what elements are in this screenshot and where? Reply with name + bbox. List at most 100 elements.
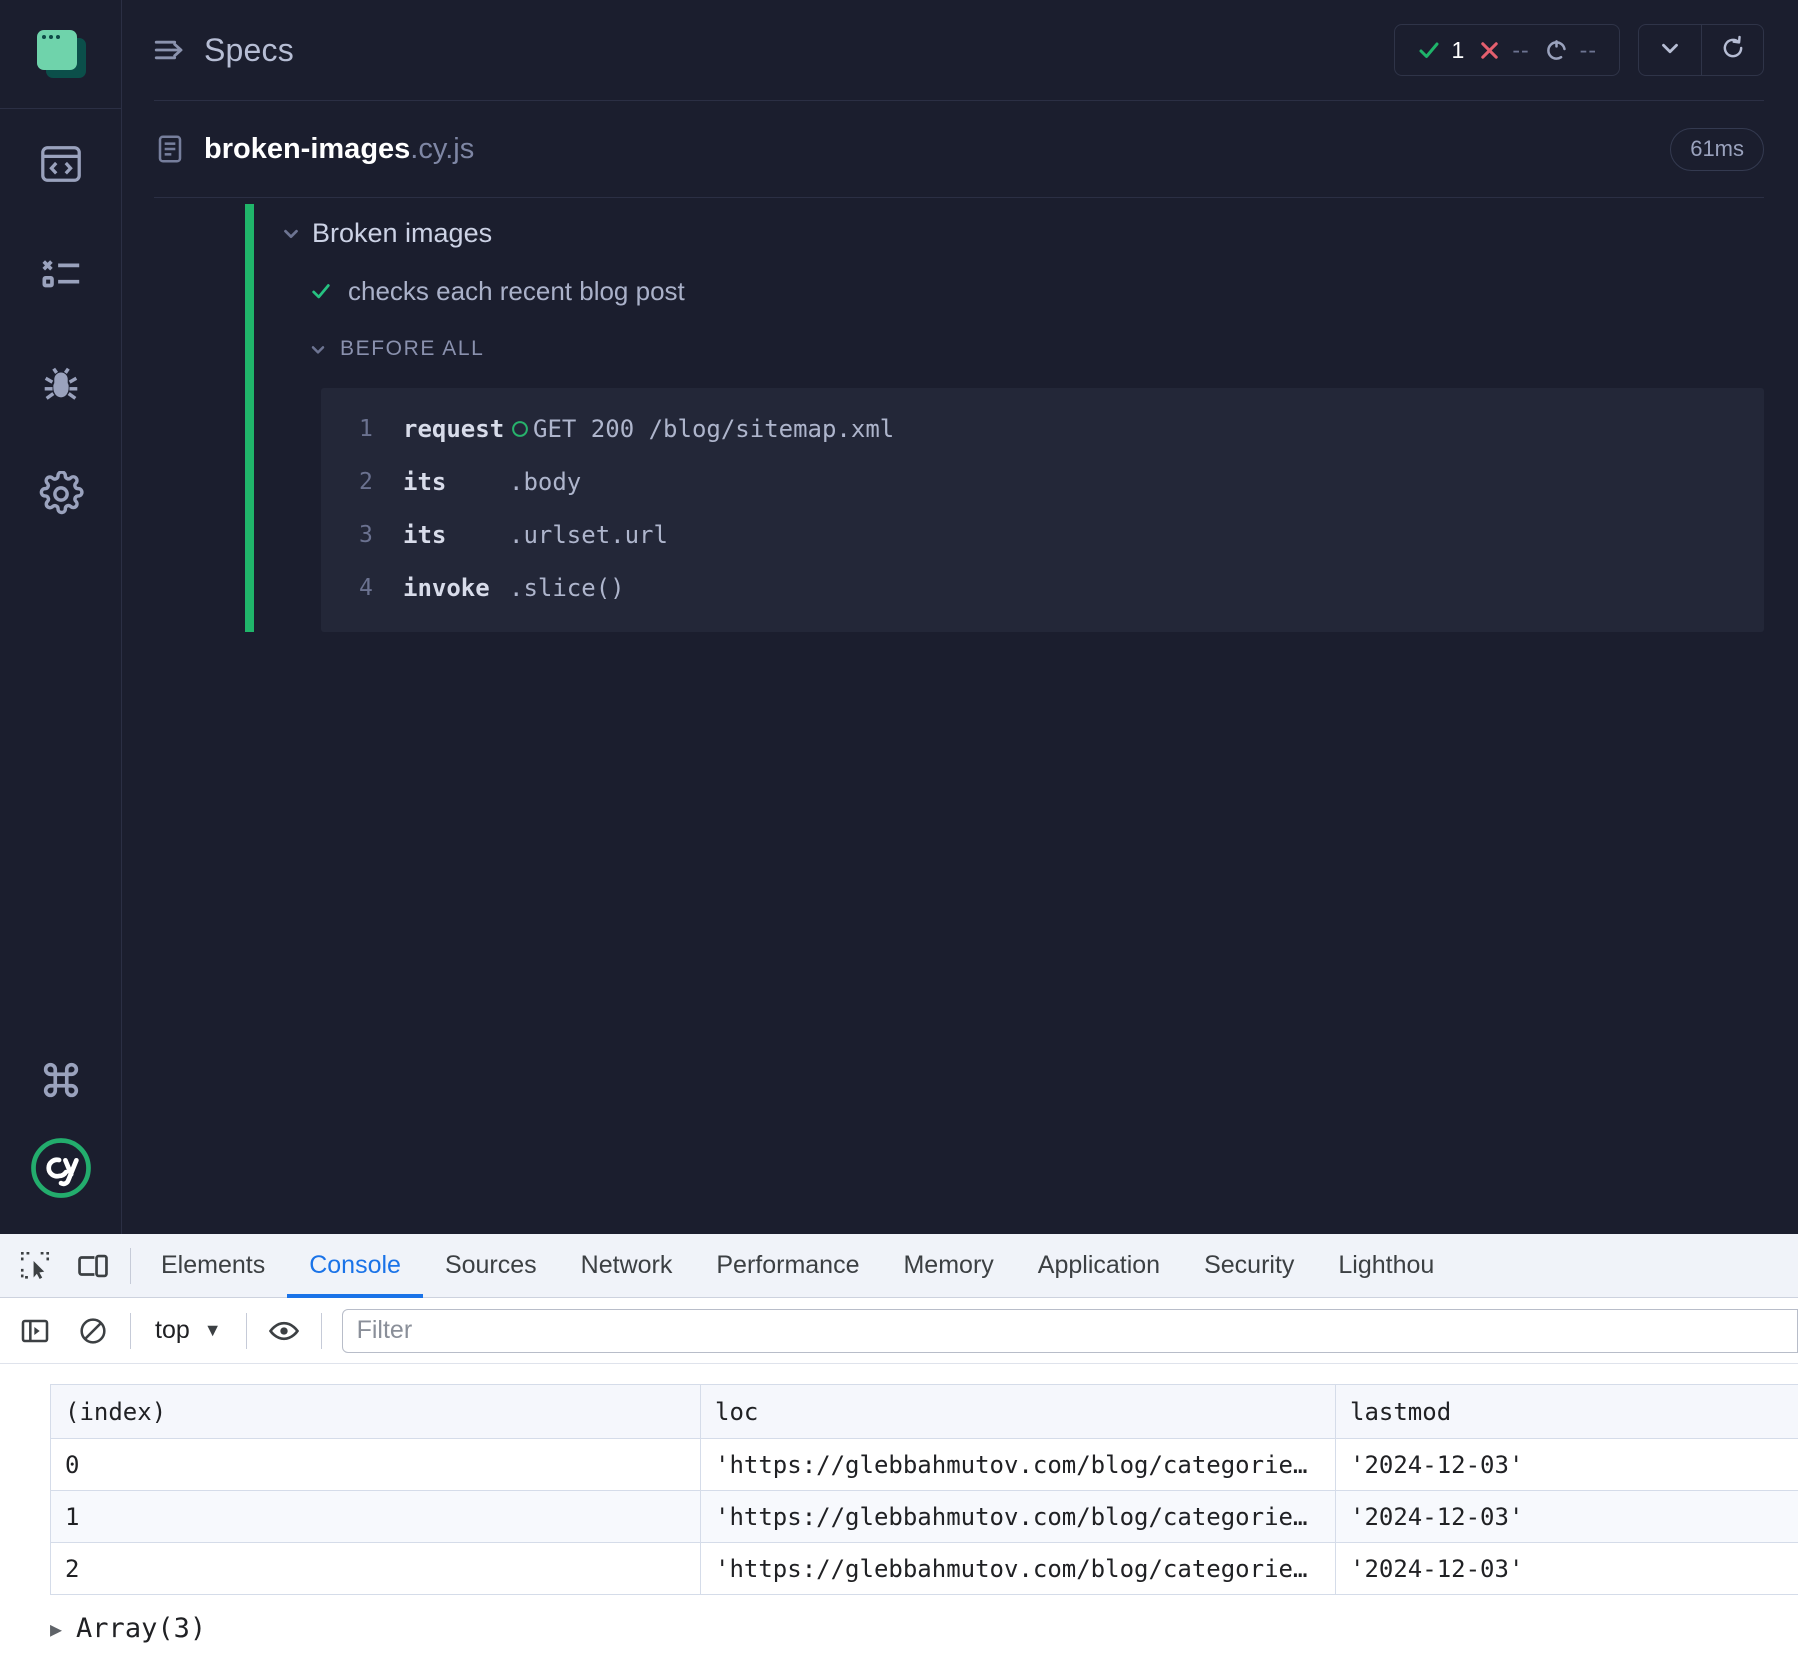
test-results-list-icon [38,251,84,297]
cell-lastmod: '2024-12-03' [1335,1490,1798,1543]
command-row[interactable]: 3 its .urlset.url [321,508,1764,561]
command-number: 1 [359,415,373,442]
test-row[interactable]: checks each recent blog post [280,262,1798,320]
spec-header[interactable]: broken-images .cy.js 61ms [122,101,1798,197]
cell-index: 0 [50,1438,701,1491]
tab-memory[interactable]: Memory [881,1234,1015,1298]
cell-loc[interactable]: 'https://glebbahmutov.com/blog/categorie… [700,1542,1336,1595]
device-toolbar-icon[interactable] [64,1237,122,1295]
top-bar: Specs 1 -- -- [122,0,1798,100]
check-icon [308,280,334,302]
command-name: its [403,520,447,549]
spec-file-ext: .cy.js [410,132,475,165]
table-row: 0 'https://glebbahmutov.com/blog/categor… [50,1438,1798,1491]
cell-index: 1 [50,1490,701,1543]
page-title: Specs [204,31,294,68]
refresh-icon [1719,34,1747,67]
tab-performance[interactable]: Performance [694,1234,881,1298]
stat-failed-count: -- [1512,36,1530,63]
spec-duration-badge: 61ms [1670,127,1764,171]
x-icon [1478,39,1501,62]
command-row[interactable]: 2 its .body [321,455,1764,508]
toolbar-divider [320,1312,322,1349]
console-output: (index) loc lastmod 0 'https://glebbahmu… [0,1364,1798,1676]
tab-sources[interactable]: Sources [423,1234,559,1298]
sidebar-item-debug[interactable] [0,329,122,439]
command-number: 4 [359,574,373,601]
command-args: GET 200 /blog/sitemap.xml [509,415,894,443]
clear-console-icon[interactable] [64,1302,122,1360]
spec-file-name: broken-images [204,132,411,165]
check-icon [1417,38,1441,62]
tab-lighthouse[interactable]: Lighthou [1316,1234,1456,1298]
browser-code-icon [38,141,84,187]
console-table: (index) loc lastmod 0 'https://glebbahmu… [50,1384,1798,1595]
hook-row[interactable]: BEFORE ALL [280,320,1798,378]
command-args-text: .body [509,467,582,496]
chevron-down-icon[interactable] [280,222,306,244]
cy-logo-icon[interactable] [28,1135,94,1206]
stat-failed: -- [1478,37,1529,64]
toolbar-divider [130,1247,131,1284]
cell-loc[interactable]: 'https://glebbahmutov.com/blog/categorie… [700,1490,1336,1543]
command-args-text: .urlset.url [509,520,668,549]
command-row[interactable]: 4 invoke .slice() [321,561,1764,614]
suite-title: Broken images [312,217,493,248]
inspect-element-icon[interactable] [6,1237,64,1295]
test-tree: Broken images checks each recent blog po… [254,204,1798,632]
tab-application[interactable]: Application [1016,1234,1182,1298]
test-title: checks each recent blog post [348,275,685,306]
main-column: Specs 1 -- -- broken-images .cy.js 61ms … [122,0,1798,1234]
cell-loc[interactable]: 'https://glebbahmutov.com/blog/categorie… [700,1438,1336,1491]
tab-security[interactable]: Security [1182,1234,1316,1298]
rerun-button[interactable] [1701,25,1763,75]
devtools-tabbar: Elements Console Sources Network Perform… [0,1234,1798,1298]
execution-context-label: top [155,1316,190,1344]
command-row[interactable]: 1 request GET 200 /blog/sitemap.xml [321,402,1764,455]
column-header-loc: loc [700,1384,1336,1439]
command-key-icon [38,1057,84,1103]
pass-accent-bar [245,204,254,632]
sidebar-item-settings[interactable] [0,439,122,549]
cell-lastmod: '2024-12-03' [1335,1542,1798,1595]
console-sidebar-icon[interactable] [6,1302,64,1360]
cell-index: 2 [50,1542,701,1595]
hook-title: BEFORE ALL [340,337,485,360]
execution-context-selector[interactable]: top ▼ [139,1316,238,1345]
eye-icon[interactable] [255,1302,313,1360]
tab-network[interactable]: Network [559,1234,695,1298]
stat-pending: -- [1544,37,1597,64]
table-header-row: (index) loc lastmod [50,1384,1798,1439]
array-summary-row[interactable]: ▶ Array(3) [50,1613,1798,1644]
chevron-down-icon [1657,35,1683,66]
screen: Specs 1 -- -- broken-images .cy.js 61ms … [0,0,1798,1676]
topbar-buttons [1638,24,1764,76]
chevron-down-icon: ▼ [203,1320,222,1340]
file-document-icon [154,133,186,165]
left-rail [0,0,122,1234]
console-toolbar: top ▼ Filter [0,1298,1798,1364]
command-name: its [403,467,447,496]
cell-lastmod: '2024-12-03' [1335,1438,1798,1491]
devtools-panel: Elements Console Sources Network Perform… [0,1234,1798,1676]
sidebar-item-shortcuts[interactable] [0,1025,122,1135]
command-args-text: .slice() [509,573,625,602]
sidebar-item-runs[interactable] [0,219,122,329]
disclosure-triangle-icon[interactable]: ▶ [50,1617,62,1641]
browser-select-button[interactable] [1639,25,1701,75]
suite-row[interactable]: Broken images [280,204,1798,262]
cypress-app: Specs 1 -- -- broken-images .cy.js 61ms … [0,0,1798,1234]
cypress-specs-logo-icon[interactable] [31,24,91,84]
tab-console[interactable]: Console [287,1234,423,1298]
stat-passed-count: 1 [1451,36,1465,63]
filter-input[interactable]: Filter [341,1308,1798,1353]
chevron-down-icon[interactable] [308,339,334,359]
command-name: invoke [403,573,490,602]
bug-icon [38,361,84,407]
column-header-index: (index) [50,1384,701,1439]
run-stats: 1 -- -- [1393,24,1620,76]
sidebar-item-specs[interactable] [0,109,122,219]
test-tree-wrap: Broken images checks each recent blog po… [122,198,1798,632]
circle-outline-icon [509,418,531,440]
tab-elements[interactable]: Elements [139,1234,287,1298]
